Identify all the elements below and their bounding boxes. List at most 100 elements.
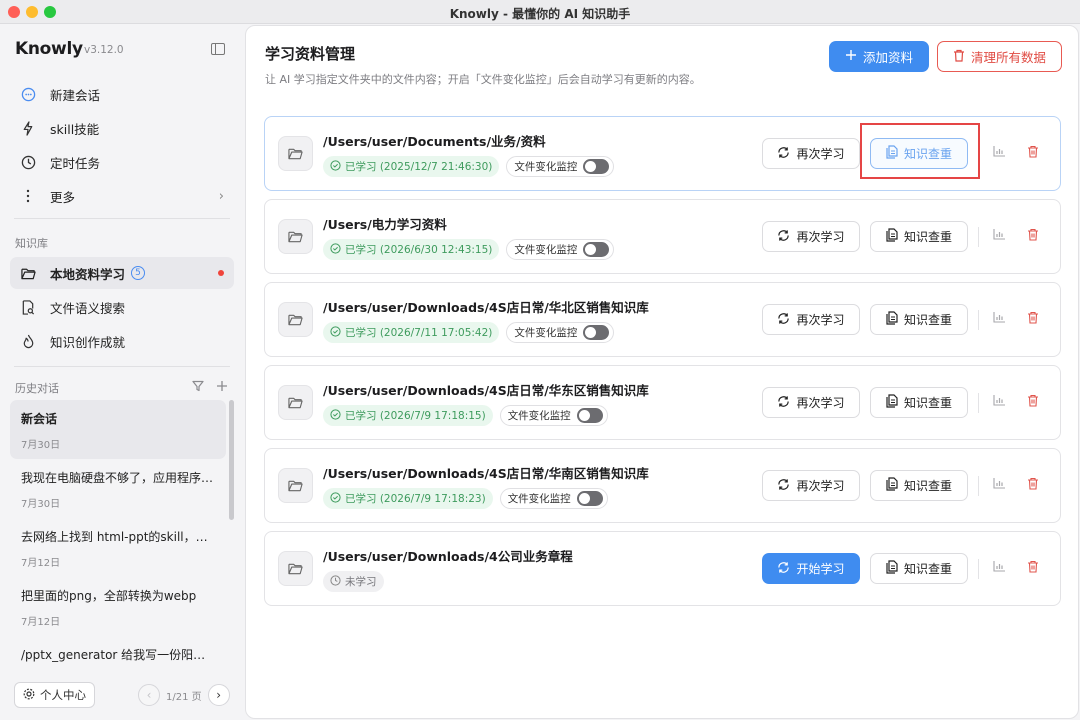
check-label: 知识查重 (903, 562, 952, 576)
filter-icon[interactable] (192, 380, 204, 396)
material-card[interactable]: /Users/电力学习资料 已学习 (2026/6/30 12:43:15) 文件变… (264, 199, 1061, 274)
knowledge-dedup-button[interactable]: 知识查重 (870, 304, 968, 335)
material-card[interactable]: /Users/user/Downloads/4S店日常/华南区销售知识库 已学习 … (264, 448, 1061, 523)
check-label: 知识查重 (903, 479, 952, 493)
relearn-button[interactable]: 再次学习 (762, 387, 860, 418)
plus-icon (845, 49, 857, 64)
toggle-switch[interactable] (576, 491, 603, 506)
next-page-button[interactable]: › (207, 684, 230, 706)
history-scrollbar[interactable] (229, 400, 234, 520)
history-item[interactable]: 去网络上找到 html-ppt的skill，安… 7月12日 (10, 518, 226, 577)
chat-bubble-icon (20, 86, 36, 102)
status-row: 已学习 (2025/12/7 21:46:30) 文件变化监控 (323, 156, 615, 177)
clear-label: 清理所有数据 (970, 50, 1046, 65)
toggle-switch[interactable] (583, 325, 610, 340)
relearn-button[interactable]: 再次学习 (762, 138, 860, 169)
folder-path: /Users/user/Downloads/4公司业务章程 (323, 549, 573, 564)
material-card[interactable]: /Users/user/Downloads/4公司业务章程未学习 开始学习 知识查重 (264, 531, 1061, 606)
folder-icon (278, 219, 313, 254)
brand-logo: Knowly (15, 39, 83, 59)
unlearned-status-badge: 未学习 (323, 571, 384, 592)
clear-all-data-button[interactable]: 清理所有数据 (937, 41, 1062, 72)
divider (978, 310, 979, 330)
knowledge-dedup-button[interactable]: 知识查重 (870, 470, 968, 501)
knowledge-dedup-button[interactable]: 知识查重 (870, 387, 968, 418)
sidebar-toggle-icon[interactable] (211, 43, 225, 55)
history-item[interactable]: 我现在电脑硬盘不够了，应用程序… 7月30日 (10, 459, 226, 518)
check-label: 知识查重 (903, 396, 952, 410)
trash-icon[interactable] (1027, 394, 1041, 410)
relearn-label: 再次学习 (796, 147, 845, 161)
relearn-button[interactable]: 再次学习 (762, 470, 860, 501)
bar-chart-icon[interactable] (993, 394, 1007, 410)
nav-scheduled-tasks[interactable]: 定时任务 (10, 146, 234, 178)
kb-local-learning[interactable]: 本地资料学习 5 (10, 257, 234, 289)
annotation-highlight-box (860, 123, 980, 179)
material-card[interactable]: /Users/user/Downloads/4S店日常/华东区销售知识库 已学习 … (264, 365, 1061, 440)
toggle-switch[interactable] (583, 159, 610, 174)
nav-more[interactable]: 更多 › (10, 180, 234, 212)
trash-icon[interactable] (1027, 145, 1041, 161)
bar-chart-icon[interactable] (993, 311, 1007, 327)
knowledge-dedup-button[interactable]: 知识查重 (870, 553, 968, 584)
window-title: Knowly - 最懂你的 AI 知识助手 (449, 7, 631, 21)
relearn-button[interactable]: 再次学习 (762, 304, 860, 335)
monitor-label: 文件变化监控 (514, 161, 578, 173)
check-circle-icon (330, 408, 341, 423)
relearn-label: 再次学习 (796, 230, 845, 244)
divider (14, 366, 230, 367)
profile-button[interactable]: 个人中心 (14, 682, 95, 708)
status-row: 已学习 (2026/7/11 17:05:42) 文件变化监控 (323, 322, 615, 343)
version-label: v3.12.0 (84, 44, 124, 56)
folder-icon (278, 136, 313, 171)
material-card[interactable]: /Users/user/Downloads/4S店日常/华北区销售知识库 已学习 … (264, 282, 1061, 357)
divider (978, 476, 979, 496)
nav-label: skill技能 (50, 121, 100, 137)
clock-icon (20, 154, 36, 170)
check-circle-icon (330, 159, 341, 174)
check-circle-icon (330, 491, 341, 506)
status-text: 未学习 (345, 576, 377, 588)
relearn-label: 再次学习 (796, 313, 845, 327)
knowledge-dedup-button[interactable]: 知识查重 (870, 221, 968, 252)
toggle-switch[interactable] (576, 408, 603, 423)
relearn-button[interactable]: 再次学习 (762, 221, 860, 252)
kb-achievements[interactable]: 知识创作成就 (10, 325, 234, 357)
file-monitor-switch[interactable]: 文件变化监控 (499, 405, 608, 426)
prev-page-button[interactable]: ‹ (138, 684, 160, 706)
kb-semantic-search[interactable]: 文件语义搜索 (10, 291, 234, 323)
bar-chart-icon[interactable] (993, 477, 1007, 493)
history-item[interactable]: 把里面的png，全部转换为webp 7月12日 (10, 577, 226, 636)
file-monitor-switch[interactable]: 文件变化监控 (499, 488, 608, 509)
notification-dot (218, 270, 224, 276)
file-monitor-switch[interactable]: 文件变化监控 (506, 239, 615, 260)
history-list: 新会话 7月30日 我现在电脑硬盘不够了，应用程序… 7月30日 去网络上找到 … (10, 400, 236, 672)
history-date: 7月30日 (21, 440, 61, 451)
app-window: Knowly - 最懂你的 AI 知识助手 Knowly v3.12.0 新建会… (0, 0, 1080, 720)
history-date: 7月30日 (21, 499, 61, 510)
history-item[interactable]: /pptx_generator 给我写一份阳光… (10, 636, 226, 672)
trash-icon[interactable] (1027, 311, 1041, 327)
add-material-button[interactable]: 添加资料 (829, 41, 929, 72)
trash-icon[interactable] (1027, 560, 1041, 576)
refresh-icon (777, 146, 790, 162)
nav-skills[interactable]: skill技能 (10, 112, 234, 144)
flame-icon (20, 333, 36, 349)
refresh-icon (777, 478, 790, 494)
nav-new-chat[interactable]: 新建会话 (10, 78, 234, 110)
trash-icon[interactable] (1027, 477, 1041, 493)
toggle-switch[interactable] (583, 242, 610, 257)
folder-icon (278, 551, 313, 586)
bar-chart-icon[interactable] (993, 228, 1007, 244)
history-item[interactable]: 新会话 7月30日 (10, 400, 226, 459)
file-monitor-switch[interactable]: 文件变化监控 (506, 156, 615, 177)
bar-chart-icon[interactable] (993, 145, 1007, 161)
history-date: 7月12日 (21, 558, 61, 569)
history-pager: ‹ 1/21 页 › (138, 684, 230, 706)
file-monitor-switch[interactable]: 文件变化监控 (506, 322, 615, 343)
plus-icon[interactable] (216, 380, 228, 396)
trash-icon[interactable] (1027, 228, 1041, 244)
bar-chart-icon[interactable] (993, 560, 1007, 576)
start-learning-button[interactable]: 开始学习 (762, 553, 860, 584)
nav-label: 更多 (50, 189, 76, 205)
